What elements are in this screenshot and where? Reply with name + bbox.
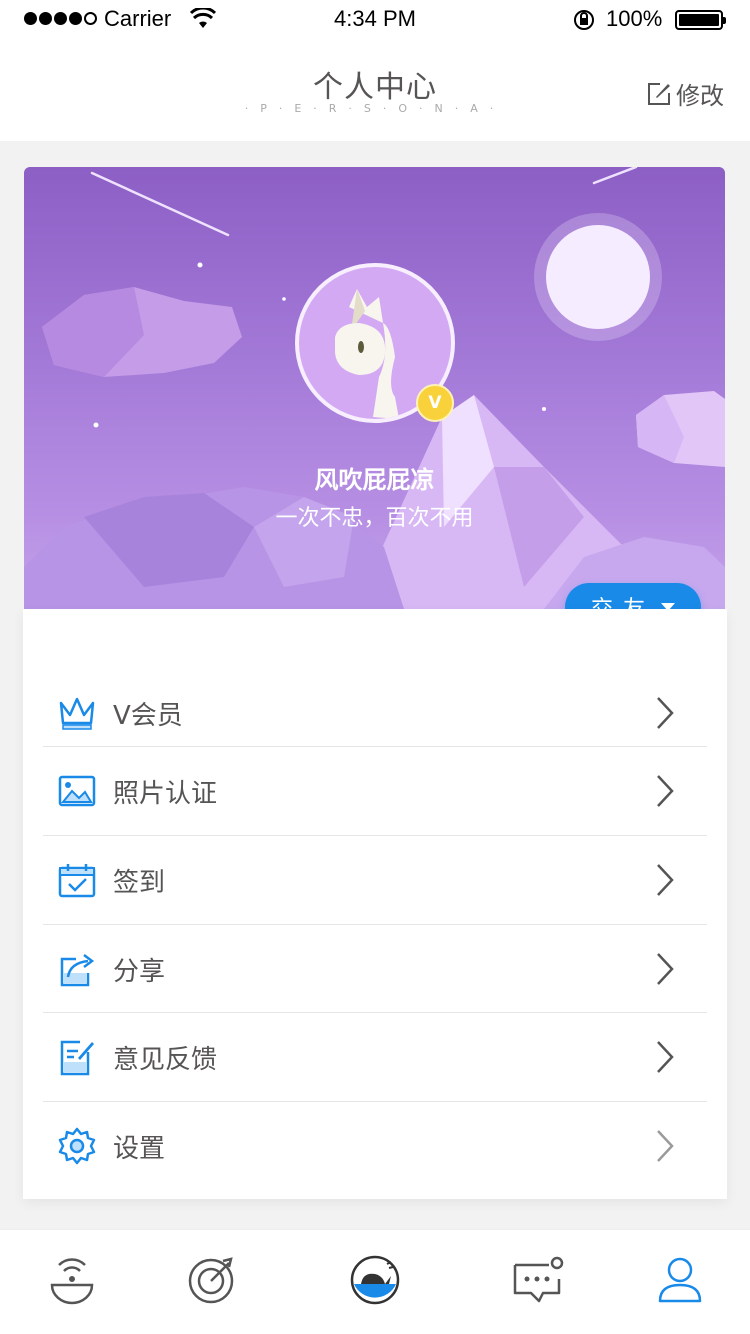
status-bar: Carrier 4:34 PM 100% xyxy=(0,0,750,40)
chevron-right-icon xyxy=(657,864,674,896)
page-title: 个人中心 xyxy=(313,70,437,105)
profile-banner: V 风吹屁屁凉 一次不忠，百次不用 xyxy=(24,167,725,609)
chevron-right-icon xyxy=(657,1041,674,1073)
menu-item-label: V会员 xyxy=(113,700,183,731)
menu-item-label: 照片认证 xyxy=(113,778,218,809)
tab-discover[interactable] xyxy=(182,1250,242,1310)
battery-percent: 100% xyxy=(606,6,663,31)
menu-item-label: 意见反馈 xyxy=(113,1044,218,1075)
username: 风吹屁屁凉 xyxy=(314,466,435,494)
menu-item-label: 分享 xyxy=(113,956,166,987)
tab-radar[interactable] xyxy=(42,1250,102,1310)
chevron-right-icon xyxy=(657,953,674,985)
battery-icon xyxy=(675,10,726,30)
crown-icon xyxy=(57,693,97,733)
menu-list: V会员 照片认证 签到 分享 意见反馈 设置 xyxy=(23,609,727,1199)
chevron-right-icon xyxy=(657,697,674,729)
nav-bar: 个人中心 ·P·E·R·S·O·N·A· 修改 xyxy=(0,40,750,141)
message-icon xyxy=(513,1256,564,1303)
tab-profile[interactable] xyxy=(650,1250,710,1310)
whale-icon xyxy=(350,1255,400,1305)
photo-icon xyxy=(57,771,97,811)
rotation-lock-icon xyxy=(574,10,594,30)
calendar-check-icon xyxy=(57,860,97,900)
tab-messages[interactable] xyxy=(507,1250,567,1310)
profile-icon xyxy=(658,1257,702,1303)
chevron-right-icon xyxy=(657,775,674,807)
feedback-icon xyxy=(57,1037,97,1077)
edit-label: 修改 xyxy=(676,82,724,110)
menu-item-label: 签到 xyxy=(113,867,166,898)
menu-item-label: 设置 xyxy=(113,1133,166,1164)
tab-bar xyxy=(0,1229,750,1334)
tab-home[interactable] xyxy=(345,1250,405,1310)
menu-item-vip[interactable]: V会员 xyxy=(43,669,707,757)
menu-item-check-in[interactable]: 签到 xyxy=(43,836,707,924)
user-motto: 一次不忠，百次不用 xyxy=(275,506,474,531)
menu-item-feedback[interactable]: 意见反馈 xyxy=(43,1013,707,1101)
edit-icon xyxy=(648,82,670,105)
menu-item-share[interactable]: 分享 xyxy=(43,925,707,1013)
gear-icon xyxy=(57,1126,97,1166)
edit-button[interactable]: 修改 xyxy=(646,76,724,111)
vip-badge: V xyxy=(416,384,454,422)
share-icon xyxy=(57,949,97,989)
menu-item-photo-verification[interactable]: 照片认证 xyxy=(43,747,707,835)
menu-item-settings[interactable]: 设置 xyxy=(43,1102,707,1190)
target-icon xyxy=(188,1257,234,1304)
page-subtitle: ·P·E·R·S·O·N·A· xyxy=(244,102,506,115)
chevron-right-icon xyxy=(657,1130,674,1162)
radar-icon xyxy=(50,1258,94,1305)
